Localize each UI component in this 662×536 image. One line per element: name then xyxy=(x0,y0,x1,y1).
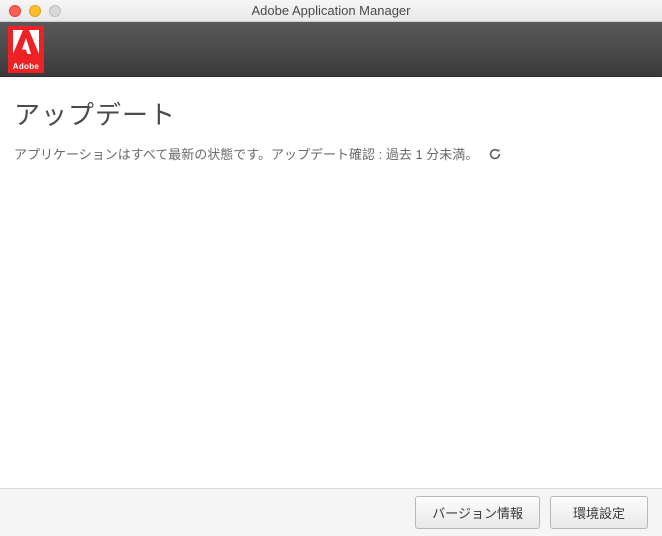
footer: バージョン情報 環境設定 xyxy=(0,488,662,536)
traffic-lights xyxy=(0,5,61,17)
titlebar: Adobe Application Manager xyxy=(0,0,662,22)
status-text: アプリケーションはすべて最新の状態です。アップデート確認 : 過去 1 分未満。 xyxy=(14,144,478,163)
main-content: アップデート アプリケーションはすべて最新の状態です。アップデート確認 : 過去… xyxy=(0,77,662,488)
minimize-button[interactable] xyxy=(29,5,41,17)
refresh-icon[interactable] xyxy=(488,147,502,161)
maximize-button xyxy=(49,5,61,17)
adobe-logo-text: Adobe xyxy=(13,62,39,71)
settings-button[interactable]: 環境設定 xyxy=(550,496,648,529)
status-line: アプリケーションはすべて最新の状態です。アップデート確認 : 過去 1 分未満。 xyxy=(14,144,648,163)
version-info-button[interactable]: バージョン情報 xyxy=(415,496,540,529)
header-bar: Adobe xyxy=(0,22,662,77)
window-title: Adobe Application Manager xyxy=(0,3,662,18)
page-title: アップデート xyxy=(14,95,648,132)
close-button[interactable] xyxy=(9,5,21,17)
adobe-a-icon xyxy=(13,30,39,54)
adobe-logo: Adobe xyxy=(8,26,44,73)
